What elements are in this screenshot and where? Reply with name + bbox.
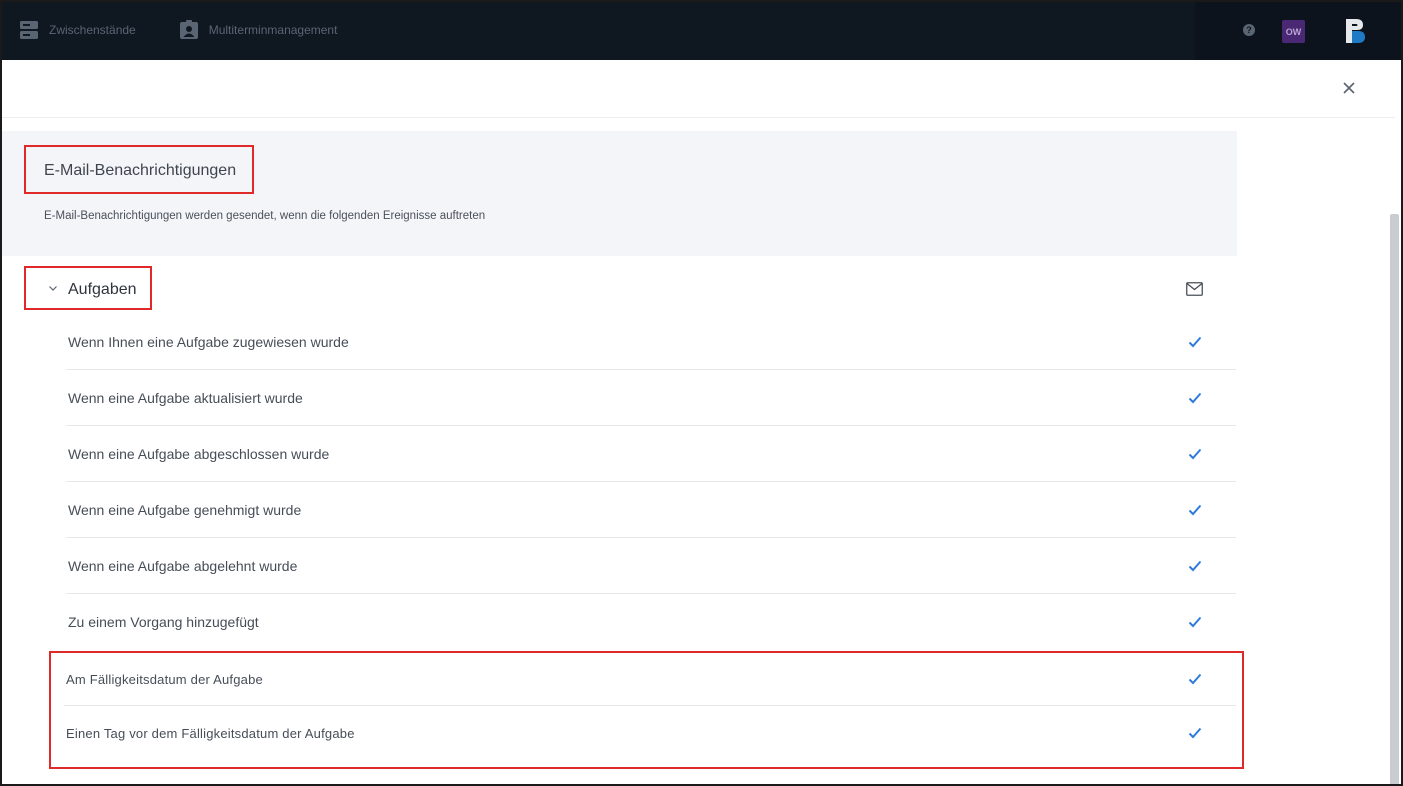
checkbox-checked[interactable]: [1188, 335, 1202, 349]
chevron-down-icon[interactable]: [47, 281, 59, 293]
list-item: Wenn Ihnen eine Aufgabe zugewiesen wurde: [66, 314, 1236, 370]
checkbox-checked[interactable]: [1188, 559, 1202, 573]
nav-item-label: Zwischenstände: [49, 23, 136, 37]
nav-item-multiterminmanagement[interactable]: Multiterminmanagement: [178, 19, 338, 41]
contact-card-icon: [178, 19, 200, 41]
help-icon[interactable]: ?: [1243, 24, 1255, 36]
brand-logo-icon[interactable]: [1344, 17, 1366, 45]
list-item: Wenn eine Aufgabe genehmigt wurde: [66, 482, 1236, 538]
row-label: Wenn eine Aufgabe abgeschlossen wurde: [68, 445, 330, 462]
checkbox-checked[interactable]: [1188, 672, 1202, 686]
section-title-aufgaben[interactable]: Aufgaben: [68, 281, 137, 299]
checkbox-checked[interactable]: [1188, 447, 1202, 461]
scrollbar-thumb[interactable]: [1390, 214, 1399, 786]
row-label: Am Fälligkeitsdatum der Aufgabe: [66, 671, 263, 687]
mail-icon: [1186, 282, 1203, 296]
list-item: Am Fälligkeitsdatum der Aufgabe: [64, 653, 1236, 706]
checkbox-checked[interactable]: [1188, 503, 1202, 517]
nav-item-zwischenstaende[interactable]: Zwischenstände: [18, 19, 136, 41]
row-label: Wenn eine Aufgabe genehmigt wurde: [68, 501, 302, 518]
list-item: Zu einem Vorgang hinzugefügt: [66, 594, 1236, 650]
row-label: Wenn eine Aufgabe abgelehnt wurde: [68, 557, 298, 574]
nav-left: Zwischenstände Multiterminmanagement: [0, 0, 1195, 60]
server-icon: [18, 19, 40, 41]
row-label: Einen Tag vor dem Fälligkeitsdatum der A…: [66, 725, 355, 741]
top-navigation-bar: Zwischenstände Multiterminmanagement ? O…: [0, 0, 1403, 60]
nav-right: ? OW: [1195, 0, 1403, 60]
checkbox-checked[interactable]: [1188, 615, 1202, 629]
close-icon[interactable]: [1341, 80, 1357, 96]
list-item: Wenn eine Aufgabe abgeschlossen wurde: [66, 426, 1236, 482]
row-label: Wenn Ihnen eine Aufgabe zugewiesen wurde: [68, 333, 349, 350]
list-item: Wenn eine Aufgabe abgelehnt wurde: [66, 538, 1236, 594]
checkbox-checked[interactable]: [1188, 726, 1202, 740]
checkbox-checked[interactable]: [1188, 391, 1202, 405]
user-avatar[interactable]: OW: [1282, 20, 1305, 43]
row-label: Zu einem Vorgang hinzugefügt: [68, 614, 259, 630]
list-item: Einen Tag vor dem Fälligkeitsdatum der A…: [64, 706, 1236, 760]
page-description: E-Mail-Benachrichtigungen werden gesende…: [44, 210, 486, 222]
page-title: E-Mail-Benachrichtigungen: [44, 162, 237, 179]
nav-item-label: Multiterminmanagement: [208, 23, 338, 37]
info-panel: [2, 131, 1237, 256]
list-item: Wenn eine Aufgabe aktualisiert wurde: [66, 370, 1236, 426]
row-label: Wenn eine Aufgabe aktualisiert wurde: [68, 389, 303, 406]
dialog-header: [0, 60, 1395, 118]
